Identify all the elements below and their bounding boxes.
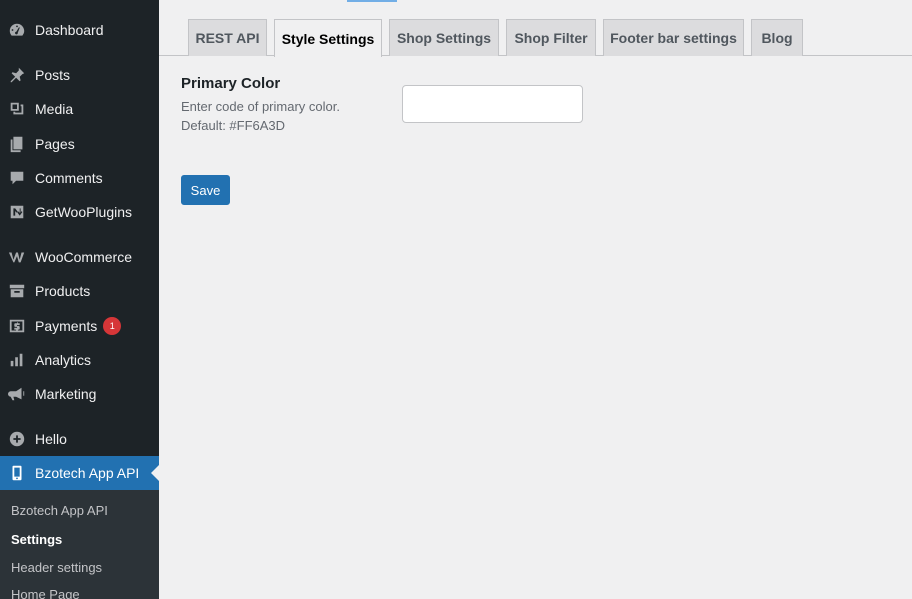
sidebar-item-label: WooCommerce bbox=[35, 249, 132, 265]
primary-color-input[interactable] bbox=[402, 85, 583, 123]
tab-shop-filter[interactable]: Shop Filter bbox=[506, 19, 596, 56]
sidebar-item-analytics[interactable]: Analytics bbox=[0, 343, 159, 377]
sidebar-item-dashboard[interactable]: Dashboard bbox=[0, 13, 159, 47]
sidebar-item-label: GetWooPlugins bbox=[35, 204, 133, 220]
sidebar-item-label: Bzotech App API bbox=[35, 465, 140, 481]
sidebar-item-posts[interactable]: Posts bbox=[0, 58, 159, 92]
tab-rest-api[interactable]: REST API bbox=[188, 19, 267, 56]
submenu-item-bzotech-app-api[interactable]: Bzotech App API bbox=[11, 503, 108, 518]
bar-chart-icon bbox=[7, 350, 27, 370]
sidebar-item-marketing[interactable]: Marketing bbox=[0, 377, 159, 411]
plugin-icon bbox=[7, 202, 27, 222]
sidebar-item-pages[interactable]: Pages bbox=[0, 127, 159, 161]
sidebar-item-label: Dashboard bbox=[35, 22, 104, 38]
megaphone-icon bbox=[7, 384, 27, 404]
submenu-item-home-page[interactable]: Home Page bbox=[11, 587, 80, 599]
tab-style-settings[interactable]: Style Settings bbox=[274, 19, 382, 57]
submenu-item-settings[interactable]: Settings bbox=[11, 532, 62, 547]
sidebar-item-label: Marketing bbox=[35, 386, 97, 402]
tab-blog[interactable]: Blog bbox=[751, 19, 803, 56]
tab-footer-bar-settings[interactable]: Footer bar settings bbox=[603, 19, 744, 56]
sidebar-item-label: Pages bbox=[35, 136, 75, 152]
sidebar-item-payments[interactable]: Payments 1 bbox=[0, 309, 159, 343]
save-button[interactable]: Save bbox=[181, 175, 230, 205]
woocommerce-icon bbox=[7, 247, 27, 267]
pages-icon bbox=[7, 134, 27, 154]
payments-icon bbox=[7, 316, 27, 336]
primary-color-default: Default: #FF6A3D bbox=[181, 118, 286, 133]
dashboard-icon bbox=[7, 20, 27, 40]
media-icon bbox=[7, 99, 27, 119]
sidebar-item-label: Hello bbox=[35, 431, 67, 447]
sidebar-item-hello[interactable]: Hello bbox=[0, 422, 159, 456]
primary-color-description: Enter code of primary color. bbox=[181, 99, 340, 114]
sidebar-item-woocommerce[interactable]: WooCommerce bbox=[0, 240, 159, 274]
sidebar-item-label: Products bbox=[35, 283, 91, 299]
submenu-item-header-settings[interactable]: Header settings bbox=[11, 560, 102, 575]
plus-circle-icon bbox=[7, 429, 27, 449]
phone-icon bbox=[7, 463, 27, 483]
sidebar-item-media[interactable]: Media bbox=[0, 92, 159, 126]
sidebar-item-getwooplugins[interactable]: GetWooPlugins bbox=[0, 195, 159, 229]
admin-sidebar: Dashboard Posts Media Pages Comments Get… bbox=[0, 0, 159, 599]
archive-icon bbox=[7, 281, 27, 301]
settings-tabs: REST API Style Settings Shop Settings Sh… bbox=[159, 0, 912, 57]
sidebar-item-label: Posts bbox=[35, 67, 71, 83]
pin-icon bbox=[7, 65, 27, 85]
sidebar-item-bzotech-app-api[interactable]: Bzotech App API bbox=[0, 456, 159, 490]
sidebar-submenu: Bzotech App API Settings Header settings… bbox=[0, 490, 159, 599]
sidebar-item-label: Payments bbox=[35, 318, 98, 334]
sidebar-item-label: Media bbox=[35, 101, 74, 117]
primary-color-label: Primary Color bbox=[181, 75, 281, 92]
sidebar-item-comments[interactable]: Comments bbox=[0, 161, 159, 195]
notification-badge: 1 bbox=[103, 317, 122, 335]
sidebar-item-label: Comments bbox=[35, 170, 103, 186]
comment-icon bbox=[7, 168, 27, 188]
sidebar-item-products[interactable]: Products bbox=[0, 274, 159, 308]
tab-shop-settings[interactable]: Shop Settings bbox=[389, 19, 499, 56]
sidebar-item-label: Analytics bbox=[35, 352, 92, 368]
